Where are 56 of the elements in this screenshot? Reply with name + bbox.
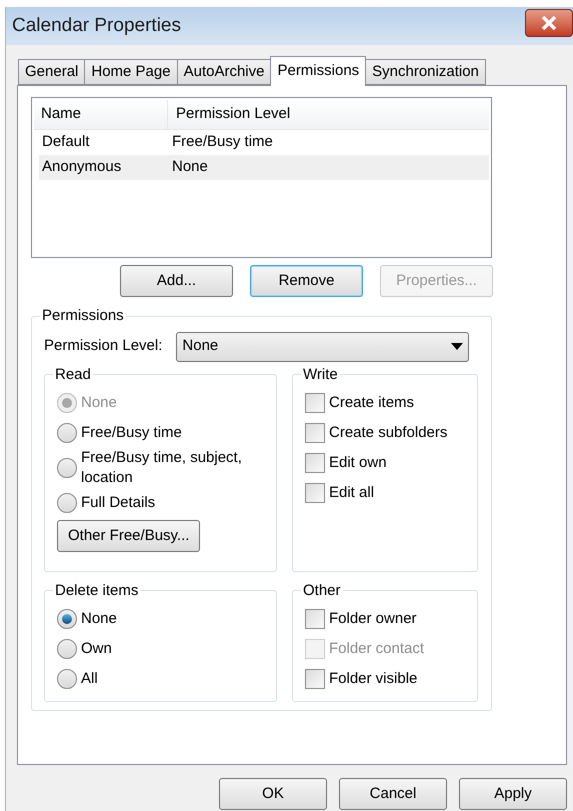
radio-button[interactable] bbox=[57, 423, 77, 443]
group-title: Permissions bbox=[41, 306, 125, 326]
table-row[interactable]: Anonymous None bbox=[39, 155, 489, 180]
column-header[interactable]: Permission Level bbox=[168, 100, 489, 129]
tab[interactable]: Home Page bbox=[84, 59, 178, 85]
dropdown-arrow-icon bbox=[451, 343, 464, 350]
group-title: Delete items bbox=[54, 580, 140, 600]
checkbox-label: Folder contact bbox=[329, 638, 424, 659]
table-cell-text: Default bbox=[41, 132, 91, 152]
column-header[interactable]: Name bbox=[34, 100, 168, 129]
close-button[interactable] bbox=[525, 9, 573, 37]
checkbox[interactable] bbox=[305, 483, 325, 503]
window-title: Calendar Properties bbox=[12, 14, 181, 38]
checkbox-label: Edit all bbox=[329, 482, 374, 503]
checkbox-label: Edit own bbox=[329, 452, 387, 473]
tab[interactable]: Permissions bbox=[270, 56, 366, 86]
checkbox[interactable] bbox=[305, 393, 325, 413]
group-title: Other bbox=[302, 580, 342, 600]
checkbox-label: Folder owner bbox=[329, 608, 417, 629]
checkbox[interactable] bbox=[305, 423, 325, 443]
tab[interactable]: AutoArchive bbox=[176, 59, 272, 85]
radio-button[interactable] bbox=[57, 458, 77, 478]
button[interactable]: Remove bbox=[250, 265, 363, 297]
dialog-button[interactable]: OK bbox=[219, 778, 327, 810]
tab[interactable]: Synchronization bbox=[365, 59, 486, 85]
radio-button[interactable] bbox=[57, 639, 77, 659]
radio-button[interactable] bbox=[57, 609, 77, 629]
checkbox-label: Folder visible bbox=[329, 668, 418, 689]
radio-label: Full Details bbox=[81, 493, 156, 513]
table-row[interactable]: Default Free/Busy time bbox=[39, 130, 489, 155]
radio-label: Free/Busy time bbox=[81, 423, 182, 443]
checkbox[interactable] bbox=[305, 609, 325, 629]
table-cell-text: Anonymous bbox=[41, 157, 122, 178]
group-title: Write bbox=[302, 364, 339, 384]
other-free-busy-button[interactable]: Other Free/Busy... bbox=[57, 520, 200, 552]
checkbox-label: Create subfolders bbox=[329, 422, 448, 443]
dialog-button[interactable]: Cancel bbox=[339, 778, 447, 810]
checkbox[interactable] bbox=[305, 453, 325, 473]
group-title: Read bbox=[54, 364, 92, 384]
checkbox[interactable] bbox=[305, 669, 325, 689]
radio-label: All bbox=[81, 669, 98, 689]
checkbox-label: Create items bbox=[329, 392, 414, 413]
radio-button[interactable] bbox=[57, 669, 77, 689]
button[interactable]: Add... bbox=[120, 265, 233, 297]
table-cell-text: Free/Busy time bbox=[172, 132, 273, 152]
field-label: Permission Level: bbox=[44, 336, 162, 356]
radio-button[interactable] bbox=[57, 493, 77, 513]
radio-label: Own bbox=[81, 639, 112, 659]
radio-label: Free/Busy time, subject, location bbox=[81, 448, 243, 488]
table-cell-text: None bbox=[172, 157, 208, 178]
close-icon bbox=[541, 16, 557, 30]
radio-label: None bbox=[81, 393, 117, 413]
radio-label: None bbox=[81, 609, 117, 629]
dialog-button[interactable]: Apply bbox=[459, 778, 567, 810]
permission-level-dropdown[interactable]: None bbox=[176, 332, 470, 362]
tab[interactable]: General bbox=[18, 59, 86, 85]
